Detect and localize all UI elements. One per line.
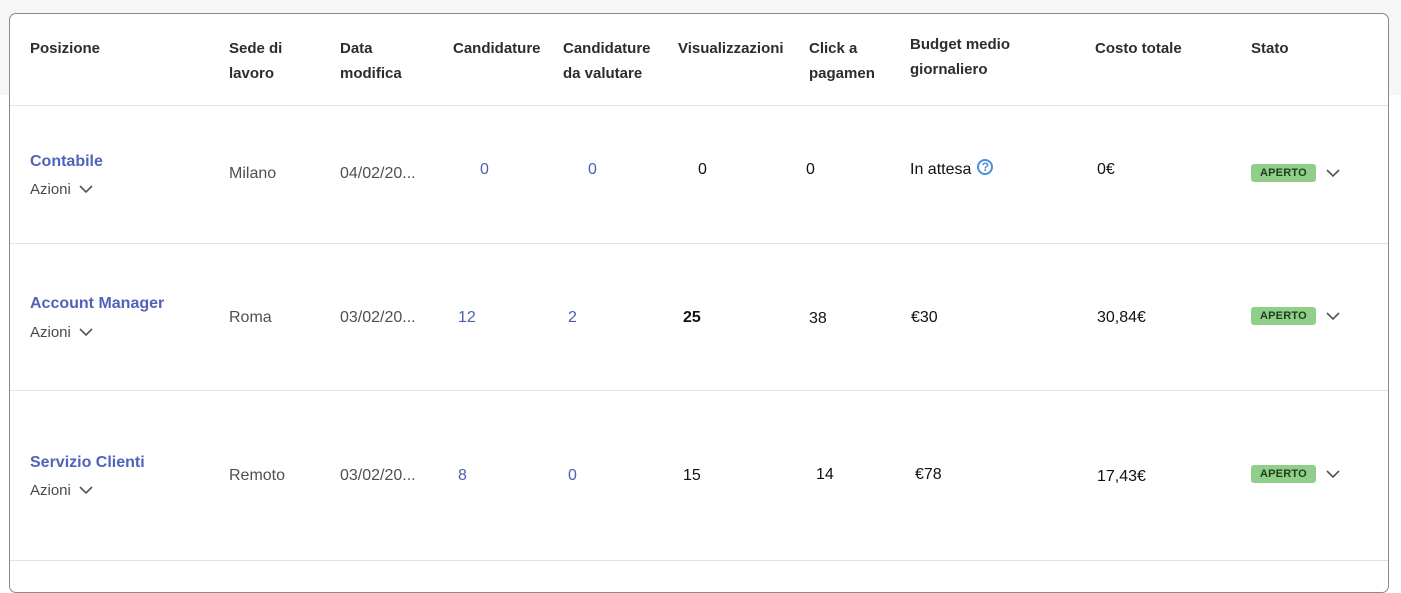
- status-dropdown[interactable]: APERTO: [1251, 465, 1340, 483]
- chevron-down-icon: [79, 486, 93, 495]
- to-review-link[interactable]: 2: [568, 309, 577, 327]
- paid-clicks-count: 14: [816, 466, 834, 483]
- budget-value: €30: [911, 309, 938, 326]
- actions-label: Azioni: [30, 324, 71, 341]
- paid-clicks-count: 0: [806, 161, 815, 178]
- actions-label: Azioni: [30, 482, 71, 499]
- modified-date: 03/02/20...: [340, 309, 416, 326]
- to-review-link[interactable]: 0: [588, 161, 597, 179]
- to-review-link[interactable]: 0: [568, 467, 577, 485]
- total-cost: 17,43€: [1097, 468, 1146, 485]
- col-header-stato[interactable]: Stato: [1251, 36, 1289, 61]
- budget-status: In attesa: [910, 161, 972, 178]
- status-badge: APERTO: [1251, 465, 1316, 483]
- job-title-link[interactable]: Servizio Clienti: [30, 454, 145, 472]
- job-title-link[interactable]: Contabile: [30, 153, 103, 171]
- budget-value: In attesa?: [910, 159, 994, 179]
- chevron-down-icon: [1326, 311, 1340, 321]
- chevron-down-icon: [79, 185, 93, 194]
- col-header-posizione[interactable]: Posizione: [30, 36, 100, 61]
- jobs-table: Posizione Sede di lavoro Data modifica C…: [9, 13, 1389, 593]
- modified-date: 04/02/20...: [340, 165, 416, 182]
- views-count: 15: [683, 467, 701, 484]
- col-header-da-valutare[interactable]: Candidature da valutare: [563, 36, 651, 86]
- col-header-data[interactable]: Data modifica: [340, 36, 402, 86]
- status-badge: APERTO: [1251, 164, 1316, 182]
- views-count: 25: [683, 309, 701, 326]
- total-cost: 30,84€: [1097, 309, 1146, 326]
- job-title-link[interactable]: Account Manager: [30, 295, 164, 313]
- actions-dropdown[interactable]: Azioni: [30, 324, 93, 341]
- modified-date: 03/02/20...: [340, 467, 416, 484]
- status-dropdown[interactable]: APERTO: [1251, 164, 1340, 182]
- actions-label: Azioni: [30, 181, 71, 198]
- location: Milano: [229, 165, 277, 182]
- status-badge: APERTO: [1251, 307, 1316, 325]
- question-circle-icon[interactable]: ?: [977, 159, 994, 175]
- col-header-click[interactable]: Click a pagamen: [809, 36, 875, 86]
- col-header-visualizzazioni[interactable]: Visualizzazioni: [678, 36, 784, 61]
- col-header-costo[interactable]: Costo totale: [1095, 36, 1182, 61]
- status-dropdown[interactable]: APERTO: [1251, 307, 1340, 325]
- actions-dropdown[interactable]: Azioni: [30, 482, 93, 499]
- col-header-budget[interactable]: Budget medio giornaliero: [910, 32, 1010, 82]
- col-header-sede[interactable]: Sede di lavoro: [229, 36, 282, 86]
- actions-dropdown[interactable]: Azioni: [30, 181, 93, 198]
- col-header-candidature[interactable]: Candidature: [453, 36, 541, 61]
- views-count: 0: [698, 161, 707, 178]
- chevron-down-icon: [79, 328, 93, 337]
- table-row: Contabile Azioni Milano 04/02/20... 0 0 …: [10, 105, 1388, 244]
- chevron-down-icon: [1326, 168, 1340, 178]
- paid-clicks-count: 38: [809, 310, 827, 327]
- table-row: Account Manager Azioni Roma 03/02/20... …: [10, 244, 1388, 391]
- budget-value: €78: [915, 466, 942, 483]
- table-header: Posizione Sede di lavoro Data modifica C…: [10, 14, 1388, 106]
- applications-link[interactable]: 0: [480, 161, 489, 179]
- chevron-down-icon: [1326, 469, 1340, 479]
- table-row: Servizio Clienti Azioni Remoto 03/02/20.…: [10, 391, 1388, 561]
- applications-link[interactable]: 12: [458, 309, 476, 327]
- location: Roma: [229, 309, 272, 326]
- applications-link[interactable]: 8: [458, 467, 467, 485]
- location: Remoto: [229, 467, 286, 484]
- total-cost: 0€: [1097, 161, 1115, 178]
